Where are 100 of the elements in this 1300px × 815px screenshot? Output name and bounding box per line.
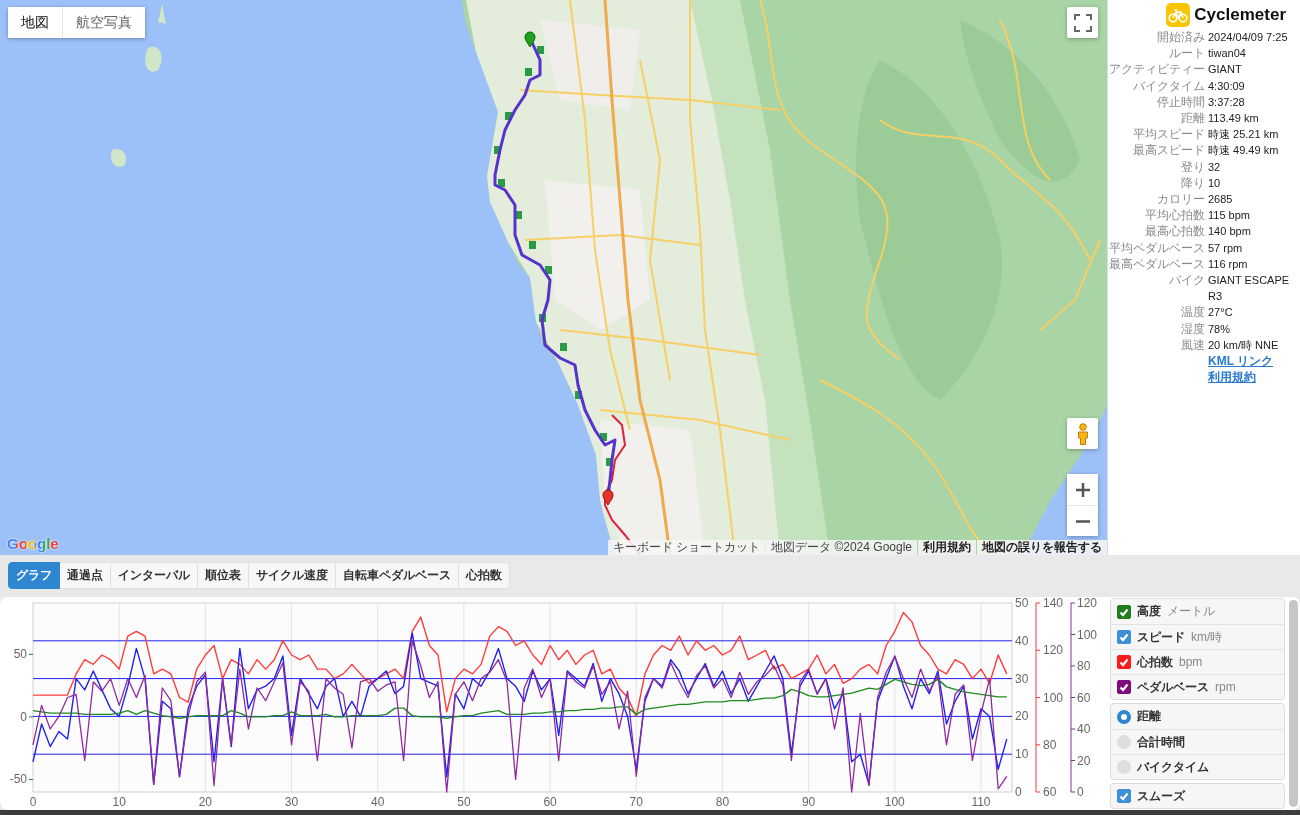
stat-label: 湿度: [1181, 320, 1205, 337]
y-axis-label: 100: [1043, 690, 1064, 705]
y-axis-label: 120: [1043, 643, 1064, 658]
checkbox[interactable]: [1117, 789, 1131, 803]
y-axis-label: 140: [1043, 597, 1064, 610]
stat-label: 最高スピード: [1133, 142, 1205, 159]
zoom-in-button[interactable]: [1067, 474, 1098, 505]
stat-label: 降り: [1181, 174, 1205, 192]
unit-label: km/時: [1191, 628, 1223, 646]
radio-button[interactable]: [1117, 735, 1131, 749]
attribution-link[interactable]: 地図の誤りを報告する: [977, 540, 1107, 555]
y-axis-label: 40: [1015, 633, 1029, 648]
y-axis-label: 80: [1043, 737, 1057, 752]
stat-label: 停止時間: [1157, 93, 1205, 110]
stat-value: 4:30:09: [1208, 78, 1245, 94]
y-axis-label: 50: [13, 647, 27, 662]
stat-value: 2024/04/09 7:25: [1208, 30, 1288, 45]
tab[interactable]: インターバル: [111, 562, 198, 589]
option-label: スムーズ: [1137, 787, 1185, 805]
island: [158, 4, 166, 24]
radio-button[interactable]: [1117, 760, 1131, 774]
tab[interactable]: 自転車ペダルベース: [336, 562, 459, 589]
y-axis-label: 10: [1015, 747, 1029, 762]
x-axis-label: 60: [543, 795, 557, 809]
stat-value: 時速 49.49 km: [1208, 143, 1279, 159]
x-axis-label: 10: [112, 795, 126, 809]
tab[interactable]: サイクル速度: [249, 562, 336, 589]
stat-label: 温度: [1181, 304, 1205, 321]
shortcuts-button[interactable]: キーボード ショートカット: [607, 540, 766, 555]
y-axis-label: 80: [1077, 659, 1091, 673]
tab[interactable]: グラフ: [8, 562, 60, 589]
stat-label: 開始済み: [1157, 29, 1205, 46]
end-pin-icon: [602, 489, 614, 506]
map-type-button[interactable]: 航空写真: [62, 7, 145, 38]
y-axis-label: 0: [20, 709, 27, 724]
option-label: 合計時間: [1137, 733, 1185, 751]
app-name: Cyclemeter: [1194, 4, 1286, 25]
series-label: ペダルベース: [1137, 678, 1209, 696]
person-icon: [1075, 422, 1090, 445]
stat-value: 116 rpm: [1208, 256, 1248, 272]
x-axis-label: 40: [371, 795, 385, 809]
street-view-button[interactable]: [1067, 418, 1098, 449]
stat-label: バイク: [1169, 272, 1205, 290]
attribution-text: 地図データ ©2024 Google: [766, 540, 917, 555]
tab[interactable]: 順位表: [198, 562, 249, 589]
stat-value: 2685: [1208, 192, 1233, 208]
y-axis-label: 120: [1077, 597, 1098, 610]
stat-value: 113.49 km: [1208, 111, 1259, 126]
y-axis-label: 100: [1077, 627, 1098, 642]
x-axis-label: 30: [284, 795, 299, 809]
fullscreen-icon: [1073, 13, 1092, 32]
start-pin-icon: [524, 31, 536, 48]
tab[interactable]: 通過点: [60, 562, 111, 589]
y-axis-label: 0: [1015, 785, 1022, 799]
stat-label: 平均スピード: [1133, 126, 1205, 143]
stat-value: 時速 25.21 km: [1208, 127, 1279, 143]
island: [145, 46, 162, 72]
y-axis-label: 50: [1015, 597, 1029, 610]
x-axis-label: 80: [715, 795, 730, 809]
unit-label: rpm: [1215, 680, 1236, 694]
x-axis-label: 0: [29, 795, 37, 809]
stat-value: 32: [1208, 159, 1221, 175]
zoom-out-button[interactable]: [1067, 505, 1098, 536]
option-label: 距離: [1137, 708, 1161, 725]
checkbox[interactable]: [1117, 680, 1131, 694]
x-axis-label: 100: [884, 795, 905, 809]
stat-label: 距離: [1181, 110, 1205, 127]
radio-button[interactable]: [1117, 709, 1131, 724]
tab[interactable]: 心拍数: [459, 562, 510, 589]
stat-value: 27°C: [1208, 305, 1233, 321]
series-label: スピード: [1137, 628, 1185, 646]
unit-label: bpm: [1179, 655, 1203, 669]
checkbox[interactable]: [1117, 604, 1131, 619]
x-axis-label: 20: [198, 795, 213, 809]
stat-value: 3:37:28: [1208, 94, 1245, 110]
y-axis-label: 30: [1015, 671, 1029, 686]
x-axis-label: 90: [801, 795, 816, 809]
y-axis-label: 20: [1077, 753, 1091, 768]
map-type-button[interactable]: 地図: [8, 7, 62, 38]
stat-value: GIANT ESCAPE R3: [1208, 273, 1291, 305]
x-axis-label: 70: [629, 795, 643, 809]
stat-value: 20 km/時 NNE: [1208, 337, 1279, 353]
minus-icon: [1074, 519, 1091, 523]
plus-icon: [1074, 481, 1091, 498]
x-axis-label: 110: [971, 795, 991, 809]
stat-label: 平均ペダルベース: [1109, 239, 1205, 256]
checkbox[interactable]: [1117, 630, 1131, 644]
unit-label: メートル: [1167, 603, 1215, 620]
scrollbar-thumb[interactable]: [1289, 600, 1298, 807]
stat-value: 57 rpm: [1208, 240, 1243, 256]
checkbox[interactable]: [1117, 655, 1131, 669]
y-axis-label: 20: [1015, 709, 1029, 724]
stat-label: バイクタイム: [1133, 77, 1205, 94]
stat-label: 平均心拍数: [1145, 207, 1205, 224]
text-link[interactable]: 利用規約: [1208, 369, 1256, 386]
stat-label: アクティビティー: [1109, 61, 1205, 78]
fullscreen-button[interactable]: [1067, 7, 1098, 38]
option-label: バイクタイム: [1137, 758, 1209, 776]
attribution-link[interactable]: 利用規約: [918, 540, 976, 555]
text-link[interactable]: KML リンク: [1208, 353, 1274, 370]
